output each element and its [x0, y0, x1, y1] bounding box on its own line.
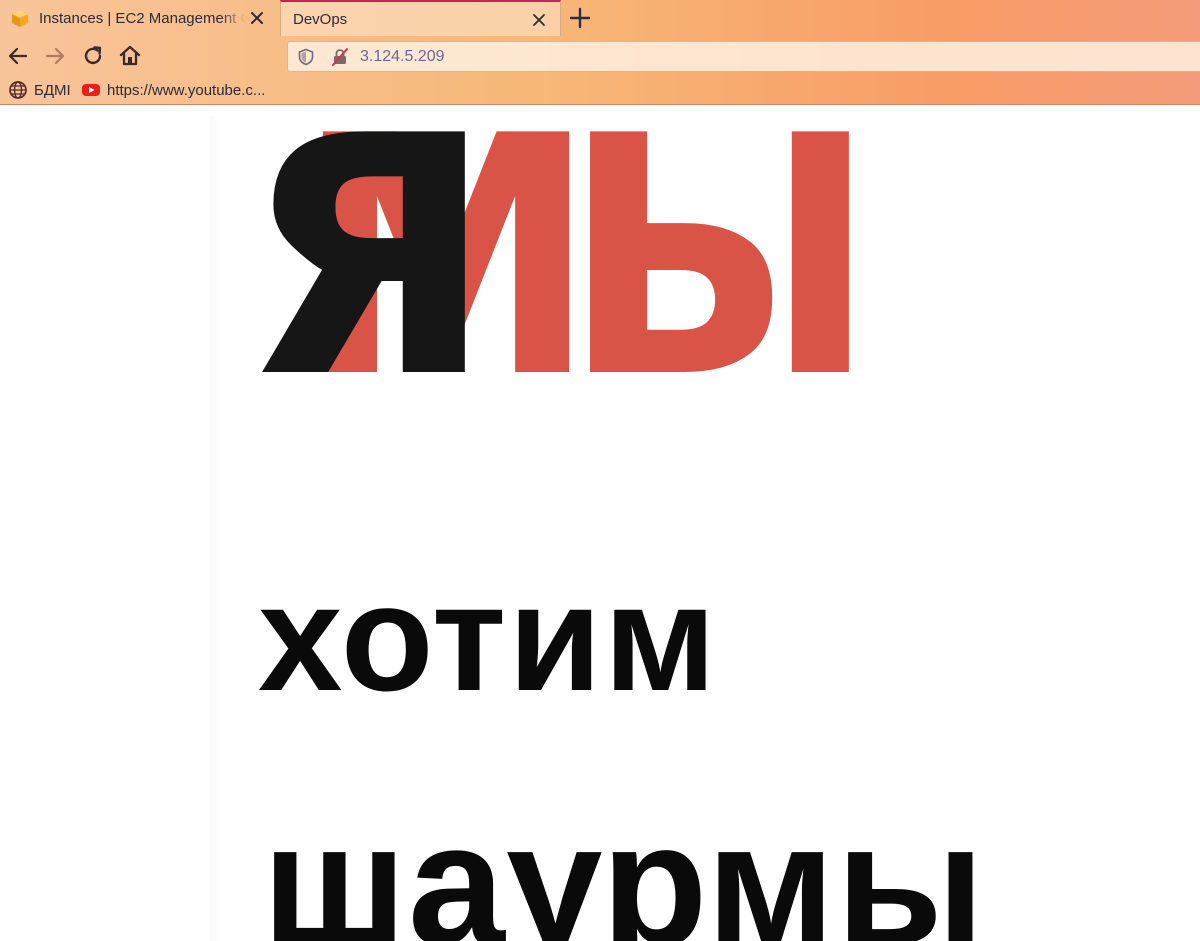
tab-label: DevOps — [293, 10, 348, 28]
page-content: МЫ Я хотим шаурмы — [0, 88, 1200, 941]
meme-logo: МЫ Я — [241, 88, 877, 428]
aws-box-icon — [12, 10, 28, 27]
home-icon[interactable] — [118, 44, 142, 68]
bookmark-bdmi[interactable]: БДМІ — [8, 79, 71, 101]
meme-text-line-1: хотим — [258, 553, 719, 723]
reload-icon[interactable] — [81, 44, 105, 68]
bookmark-label: БДМІ — [34, 81, 71, 99]
shield-icon[interactable] — [297, 48, 315, 66]
tab-devops[interactable]: DevOps — [280, 0, 561, 36]
bookmark-youtube[interactable]: https://www.youtube.c... — [81, 79, 265, 101]
insecure-lock-icon[interactable] — [330, 47, 350, 67]
youtube-icon — [82, 84, 100, 96]
back-arrow-icon[interactable] — [6, 44, 30, 68]
tab-label: Instances | EC2 Management Co — [39, 9, 245, 27]
image-edge-shadow — [210, 116, 220, 941]
new-tab-plus-icon[interactable] — [568, 6, 592, 30]
tab-bar: Instances | EC2 Management Co DevOps — [0, 0, 1200, 36]
forward-arrow-icon[interactable] — [43, 44, 67, 68]
meme-text-line-2: шаурмы — [262, 786, 986, 941]
close-icon[interactable] — [530, 11, 548, 29]
globe-icon — [9, 81, 27, 99]
tab-ec2-instances[interactable]: Instances | EC2 Management Co — [0, 0, 278, 36]
close-icon[interactable] — [248, 9, 266, 27]
logo-word: МЫ Я — [241, 88, 877, 428]
url-text[interactable]: 3.124.5.209 — [360, 48, 445, 66]
logo-letter-ya: Я — [241, 66, 495, 450]
